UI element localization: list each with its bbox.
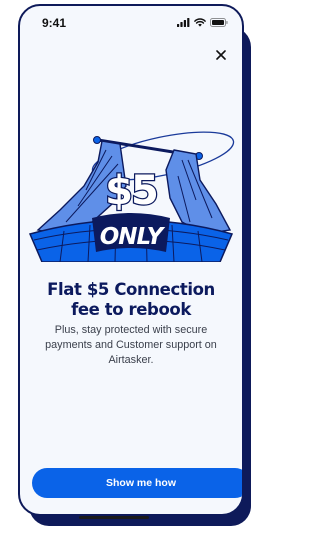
modal-subtext: Plus, stay protected with secure payment… <box>45 324 217 366</box>
close-icon <box>216 50 226 60</box>
battery-icon <box>210 17 228 27</box>
sign-label-text: ONLY <box>100 224 166 250</box>
phone-screen: 9:41 $5 ONLY Flat $5 Connection fee to r… <box>18 4 244 516</box>
status-icons <box>177 17 228 27</box>
cellular-signal-icon <box>177 17 190 27</box>
modal-headline: Flat $5 Connection fee to rebook <box>47 280 215 319</box>
home-indicator <box>79 516 149 519</box>
show-me-how-button[interactable]: Show me how <box>32 468 242 498</box>
status-bar: 9:41 <box>20 6 242 36</box>
sign-price-text: $5 <box>105 168 157 214</box>
close-button[interactable] <box>212 46 230 64</box>
wifi-icon <box>194 17 206 27</box>
five-dollar-sign-illustration: $5 ONLY <box>28 131 235 262</box>
status-time: 9:41 <box>42 16 67 30</box>
